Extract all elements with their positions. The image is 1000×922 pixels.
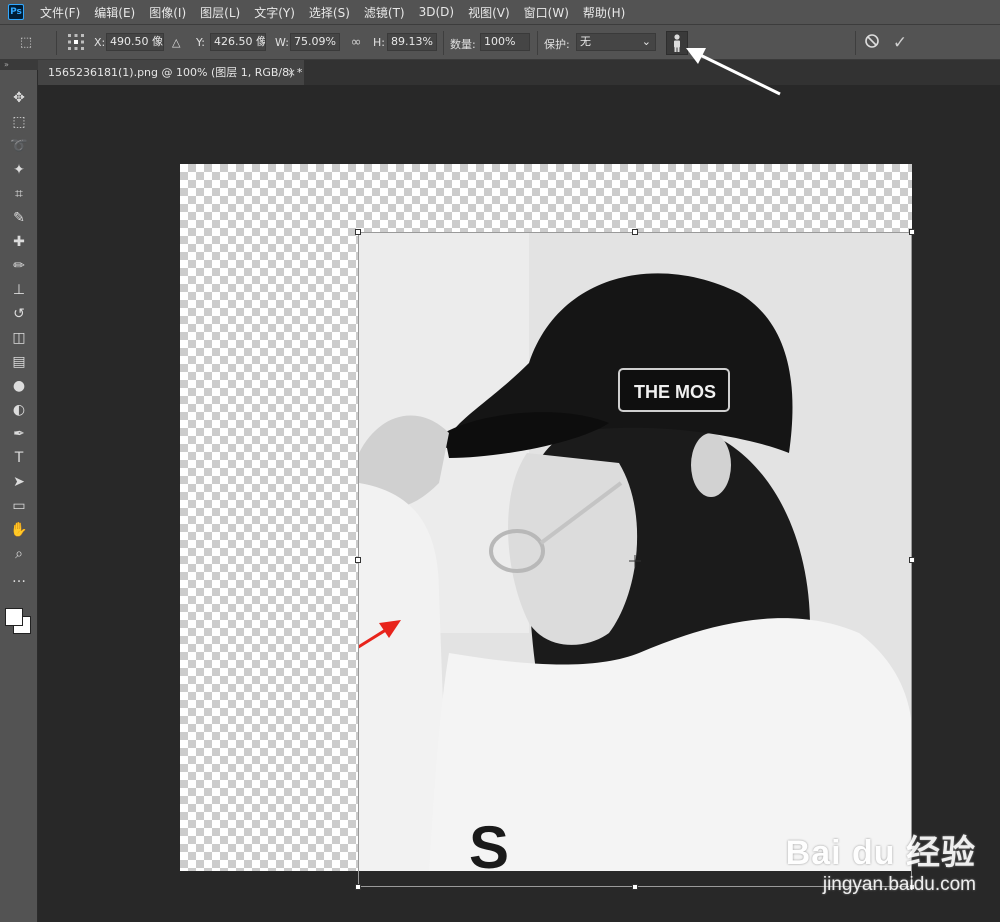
menu-bar: Ps 文件(F) 编辑(E) 图像(I) 图层(L) 文字(Y) 选择(S) 滤… <box>0 0 1000 24</box>
transform-tool-icon[interactable]: ⬚ <box>16 33 36 53</box>
menu-type[interactable]: 文字(Y) <box>254 4 295 21</box>
marquee-icon[interactable]: ⬚ <box>8 112 30 132</box>
commit-transform-icon[interactable]: ✓ <box>890 33 910 53</box>
height-input[interactable]: 89.13% <box>387 33 437 51</box>
close-icon[interactable]: × <box>287 60 296 85</box>
document-tab-strip: 1565236181(1).png @ 100% (图层 1, RGB/8) *… <box>38 60 1000 85</box>
toolbar-collapse-handle[interactable]: » <box>0 60 38 70</box>
magic-wand-icon[interactable]: ✦ <box>8 160 30 180</box>
y-position-input[interactable]: 426.50 像素 <box>210 33 266 51</box>
menu-view[interactable]: 视图(V) <box>468 4 510 21</box>
menu-window[interactable]: 窗口(W) <box>524 4 569 21</box>
menu-filter[interactable]: 滤镜(T) <box>364 4 405 21</box>
transform-bounding-box[interactable] <box>358 232 912 887</box>
options-bar: ⬚ X: 490.50 像素 △ Y: 426.50 像素 W: 75.09% … <box>0 24 1000 60</box>
y-label: Y: <box>196 36 205 49</box>
dodge-icon[interactable]: ◐ <box>8 400 30 420</box>
width-label: W: <box>275 36 289 49</box>
color-swatches[interactable] <box>5 608 33 636</box>
transform-handle-left[interactable] <box>355 557 361 563</box>
x-label: X: <box>94 36 106 49</box>
photoshop-logo: Ps <box>8 4 24 20</box>
density-input[interactable]: 100% <box>480 33 530 51</box>
link-icon[interactable]: ∞ <box>346 33 366 53</box>
type-icon[interactable]: T <box>8 448 30 468</box>
tools-panel: ✥ ⬚ ➰ ✦ ⌗ ✎ ✚ ✏ ⊥ ↺ ◫ ▤ ● ◐ ✒ T ➤ ▭ ✋ ⌕ … <box>0 70 38 922</box>
zoom-icon[interactable]: ⌕ <box>8 544 30 564</box>
menu-edit[interactable]: 编辑(E) <box>94 4 135 21</box>
lasso-icon[interactable]: ➰ <box>8 136 30 156</box>
protect-label: 保护: <box>544 38 570 51</box>
height-label: H: <box>373 36 385 49</box>
menu-3d[interactable]: 3D(D) <box>419 5 454 19</box>
protect-select-value: 无 <box>580 35 591 48</box>
divider <box>443 31 444 55</box>
brush-icon[interactable]: ✏ <box>8 256 30 276</box>
protect-select[interactable]: 无 ⌄ <box>576 33 656 51</box>
transform-handle-top-left[interactable] <box>355 229 361 235</box>
gradient-icon[interactable]: ▤ <box>8 352 30 372</box>
x-position-input[interactable]: 490.50 像素 <box>106 33 164 51</box>
pen-icon[interactable]: ✒ <box>8 424 30 444</box>
hand-icon[interactable]: ✋ <box>8 520 30 540</box>
canvas-workspace: THE MOS S <box>38 85 1000 922</box>
white-arrow-annotation <box>686 48 781 96</box>
eyedropper-icon[interactable]: ✎ <box>8 208 30 228</box>
transform-handle-top[interactable] <box>632 229 638 235</box>
baidu-watermark: Bai du 经验 jingyan.baidu.com <box>786 825 976 896</box>
transform-handle-top-right[interactable] <box>909 229 915 235</box>
reference-point-icon[interactable] <box>66 33 86 53</box>
menu-select[interactable]: 选择(S) <box>309 4 350 21</box>
rectangle-icon[interactable]: ▭ <box>8 496 30 516</box>
move-icon[interactable]: ✥ <box>8 88 30 108</box>
delta-icon[interactable]: △ <box>172 36 180 49</box>
healing-brush-icon[interactable]: ✚ <box>8 232 30 252</box>
more-icon[interactable]: … <box>8 568 30 588</box>
path-selection-icon[interactable]: ➤ <box>8 472 30 492</box>
divider <box>56 31 57 55</box>
history-brush-icon[interactable]: ↺ <box>8 304 30 324</box>
blur-icon[interactable]: ● <box>8 376 30 396</box>
watermark-logo-text: Bai du 经验 <box>785 834 976 872</box>
cancel-transform-icon[interactable] <box>862 33 882 53</box>
eraser-icon[interactable]: ◫ <box>8 328 30 348</box>
crop-icon[interactable]: ⌗ <box>8 184 30 204</box>
document-tab-title: 1565236181(1).png @ 100% (图层 1, RGB/8) * <box>48 66 303 79</box>
divider <box>537 31 538 55</box>
width-input[interactable]: 75.09% <box>290 33 340 51</box>
transform-handle-bottom[interactable] <box>632 884 638 890</box>
menu-image[interactable]: 图像(I) <box>149 4 186 21</box>
density-label: 数量: <box>450 38 476 51</box>
menu-layer[interactable]: 图层(L) <box>200 4 240 21</box>
menu-help[interactable]: 帮助(H) <box>583 4 625 21</box>
document-tab[interactable]: 1565236181(1).png @ 100% (图层 1, RGB/8) *… <box>38 60 304 85</box>
transform-handle-bottom-left[interactable] <box>355 884 361 890</box>
transform-handle-right[interactable] <box>909 557 915 563</box>
clone-stamp-icon[interactable]: ⊥ <box>8 280 30 300</box>
divider <box>855 31 856 55</box>
menu-file[interactable]: 文件(F) <box>40 4 80 21</box>
watermark-url: jingyan.baidu.com <box>822 874 976 895</box>
chevron-down-icon: ⌄ <box>641 35 651 48</box>
